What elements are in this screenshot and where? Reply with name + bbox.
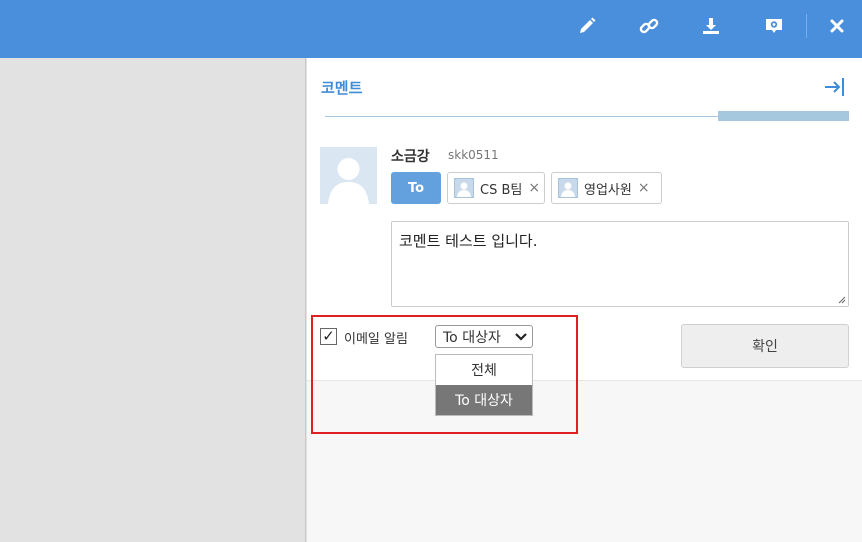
- settings-icon[interactable]: [760, 12, 788, 40]
- email-notify-label: 이메일 알림: [344, 332, 408, 347]
- tab-active-indicator: [718, 111, 849, 121]
- recipient-avatar: [454, 178, 474, 198]
- link-icon[interactable]: [635, 12, 663, 40]
- document-area: [0, 58, 306, 542]
- recipient-name: CS B팀: [480, 182, 523, 198]
- recipient-name: 영업사원: [584, 182, 632, 198]
- author-id: skk0511: [448, 148, 499, 162]
- panel-title: 코멘트: [321, 79, 363, 97]
- close-icon[interactable]: [823, 12, 851, 40]
- recipient-chip: 영업사원 ×: [551, 172, 662, 204]
- download-icon[interactable]: [697, 12, 725, 40]
- target-select-value: To 대상자: [443, 329, 501, 346]
- check-mark: ✓: [322, 327, 335, 345]
- confirm-button[interactable]: 확인: [681, 324, 849, 368]
- top-toolbar: [0, 0, 862, 58]
- author-name: 소금강: [391, 149, 430, 165]
- email-notify-checkbox[interactable]: ✓: [320, 328, 337, 345]
- comment-textarea[interactable]: 코멘트 테스트 입니다.: [391, 221, 849, 307]
- collapse-panel-icon[interactable]: [822, 76, 848, 98]
- pencil-icon[interactable]: [573, 12, 601, 40]
- target-select[interactable]: To 대상자: [435, 325, 533, 348]
- dropdown-option-selected[interactable]: To 대상자: [436, 385, 532, 415]
- toolbar-separator: [806, 14, 807, 38]
- tab-underline: [325, 116, 718, 117]
- remove-recipient-icon[interactable]: ×: [528, 180, 540, 196]
- recipient-chip: CS B팀 ×: [447, 172, 545, 204]
- comment-text: 코멘트 테스트 입니다.: [399, 232, 538, 250]
- to-button[interactable]: To: [391, 172, 441, 204]
- panel-footer-area: [307, 380, 862, 542]
- target-dropdown: 전체 To 대상자: [435, 354, 533, 416]
- comment-panel: 코멘트 소금강 skk0511 To CS B팀 × 영업사원 × 코멘트 테스…: [307, 58, 862, 542]
- remove-recipient-icon[interactable]: ×: [638, 180, 650, 196]
- recipient-avatar: [558, 178, 578, 198]
- dropdown-option[interactable]: 전체: [436, 355, 532, 385]
- author-avatar: [320, 147, 377, 204]
- resize-grip-icon[interactable]: [836, 294, 846, 304]
- chevron-down-icon: [515, 333, 527, 341]
